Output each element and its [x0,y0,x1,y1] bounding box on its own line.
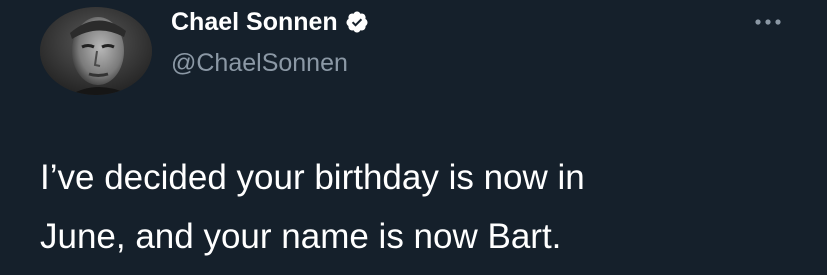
author-handle[interactable]: @ChaelSonnen [171,47,348,79]
author-name-row: Chael Sonnen [171,6,369,38]
avatar[interactable] [40,7,152,95]
tweet-card: Chael Sonnen @ChaelSonnen I’ve decided y… [0,0,827,275]
tweet-text-line: June, and your name is now Bart. [40,217,562,256]
verified-badge-icon [345,10,369,34]
more-options-icon [755,19,781,25]
more-options-button[interactable] [748,8,788,36]
avatar-photo [40,7,152,95]
author-display-name[interactable]: Chael Sonnen [171,6,338,38]
tweet-text: I’ve decided your birthday is now in Jun… [40,148,810,266]
tweet-text-line: I’ve decided your birthday is now in [40,158,585,197]
